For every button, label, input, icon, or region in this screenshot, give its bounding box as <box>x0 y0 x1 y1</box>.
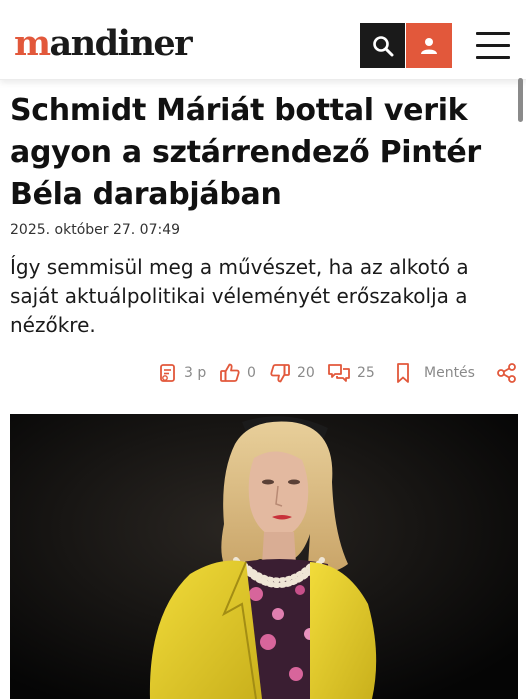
share-icon <box>497 363 516 383</box>
thumbs-up-icon <box>220 363 240 382</box>
scrollbar-thumb[interactable] <box>518 78 523 122</box>
thumbs-down-icon <box>270 364 290 383</box>
actress-portrait-illustration <box>10 414 518 699</box>
bookmark-icon <box>397 363 409 383</box>
user-account-button[interactable] <box>406 23 452 68</box>
mandiner-logo[interactable]: mandiner <box>14 22 193 66</box>
logo-accent-letter: m <box>14 23 51 64</box>
hamburger-menu-button[interactable] <box>470 23 516 68</box>
article-hero-image <box>10 414 518 699</box>
menu-bar <box>476 56 510 59</box>
logo-text: andiner <box>49 23 193 64</box>
site-header: mandiner <box>0 0 526 80</box>
search-button[interactable] <box>360 23 405 68</box>
article-lead: Így semmisül meg a művészet, ha az alkot… <box>10 255 469 337</box>
menu-bar <box>476 44 510 47</box>
comment-count: 25 <box>357 365 375 381</box>
comments-button[interactable]: 25 <box>327 358 375 388</box>
comments-icon <box>328 364 350 382</box>
user-icon <box>421 37 437 54</box>
article-title: Schmidt Máriát bottal verik agyon a sztá… <box>10 93 481 212</box>
read-time-value: 3 p <box>184 365 207 381</box>
like-button[interactable]: 0 <box>219 358 256 388</box>
share-button[interactable] <box>496 358 518 388</box>
read-time: 3 p <box>158 358 206 388</box>
article-date: 2025. október 27. 07:49 <box>10 222 181 238</box>
dislike-count: 20 <box>297 365 315 381</box>
like-count: 0 <box>247 365 256 381</box>
read-time-icon <box>160 364 175 382</box>
article-stats-bar: 3 p 0 20 25 Mentés <box>0 358 526 388</box>
menu-bar <box>476 32 510 35</box>
search-icon <box>372 35 393 56</box>
dislike-button[interactable]: 20 <box>269 358 315 388</box>
save-button[interactable]: Mentés <box>394 358 475 388</box>
save-label: Mentés <box>424 365 475 381</box>
